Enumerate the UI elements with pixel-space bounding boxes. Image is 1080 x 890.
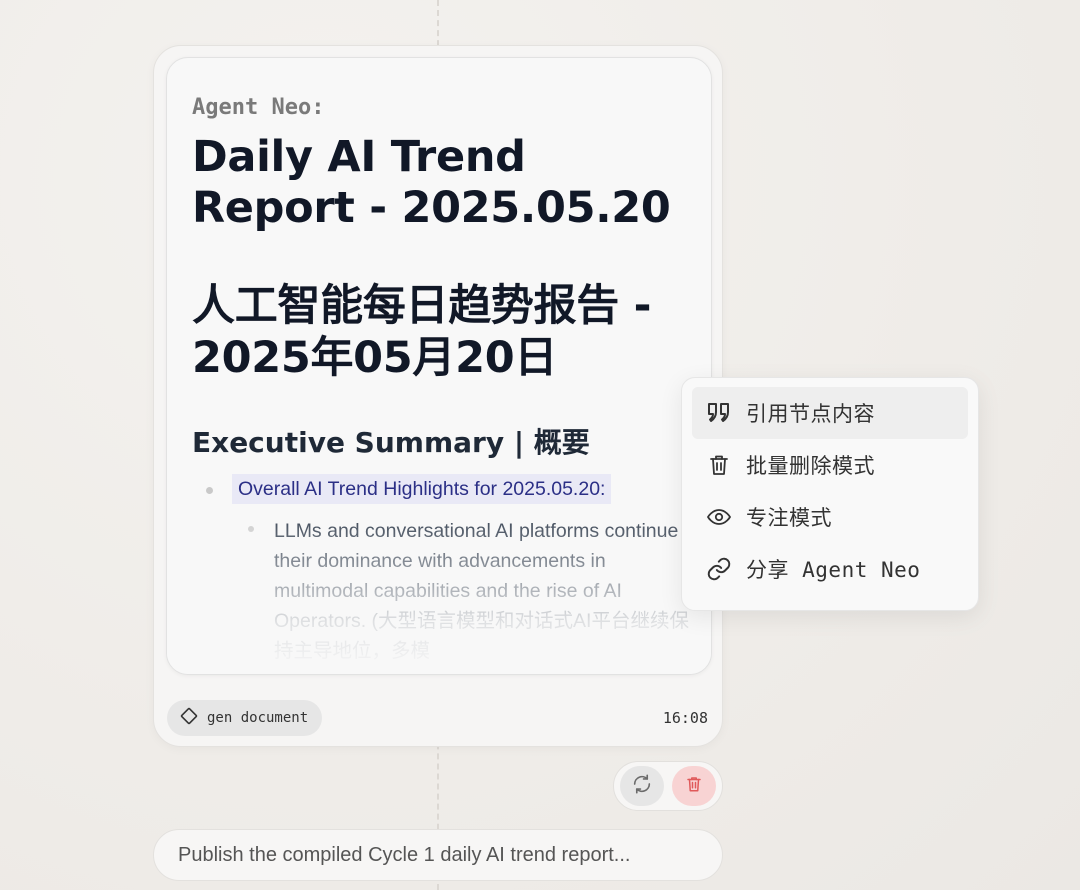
agent-label: Agent Neo: (192, 95, 325, 120)
context-menu: 引用节点内容 批量删除模式 专注模式 分享 Agent Neo (681, 377, 979, 611)
doc-title-cn: 人工智能每日趋势报告 - 2025年05月20日 (192, 281, 652, 383)
regenerate-button[interactable] (620, 766, 664, 806)
eye-icon (706, 504, 732, 530)
menu-item-label: 批量删除模式 (746, 454, 875, 478)
document-preview[interactable]: Agent Neo: Daily AI Trend Report - 2025.… (166, 57, 712, 675)
menu-item-label: 分享 Agent Neo (746, 558, 921, 582)
tag-label: gen document (207, 710, 309, 726)
delete-button[interactable] (672, 766, 716, 806)
timestamp: 16:08 (662, 709, 708, 727)
menu-item-batch-delete[interactable]: 批量删除模式 (692, 439, 968, 491)
menu-item-label: 专注模式 (746, 506, 832, 530)
list-item: Overall AI Trend Highlights for 2025.05.… (192, 474, 697, 508)
bullet-dot (248, 526, 254, 532)
link-icon (706, 556, 732, 582)
refresh-icon (631, 773, 653, 800)
sub-bullet-text: LLMs and conversational AI platforms con… (274, 520, 689, 662)
agent-node-card[interactable]: Agent Neo: Daily AI Trend Report - 2025.… (153, 45, 723, 747)
highlighted-bullet-text: Overall AI Trend Highlights for 2025.05.… (232, 474, 612, 504)
menu-item-share[interactable]: 分享 Agent Neo (692, 543, 968, 595)
quote-icon (706, 400, 732, 426)
section-title: Executive Summary | 概要 (192, 426, 590, 459)
bullet-dot (206, 487, 213, 494)
doc-title-en: Daily AI Trend Report - 2025.05.20 (192, 132, 671, 233)
menu-item-label: 引用节点内容 (746, 402, 875, 426)
menu-item-focus-mode[interactable]: 专注模式 (692, 491, 968, 543)
node-actions (613, 761, 723, 811)
menu-item-quote[interactable]: 引用节点内容 (692, 387, 968, 439)
diamond-icon (179, 706, 199, 731)
trash-icon (685, 775, 703, 798)
list-item: LLMs and conversational AI platforms con… (192, 516, 697, 666)
trash-icon (706, 452, 732, 478)
next-node-text: Publish the compiled Cycle 1 daily AI tr… (178, 843, 631, 866)
next-node-card[interactable]: Publish the compiled Cycle 1 daily AI tr… (153, 829, 723, 881)
node-type-tag: gen document (167, 700, 323, 736)
